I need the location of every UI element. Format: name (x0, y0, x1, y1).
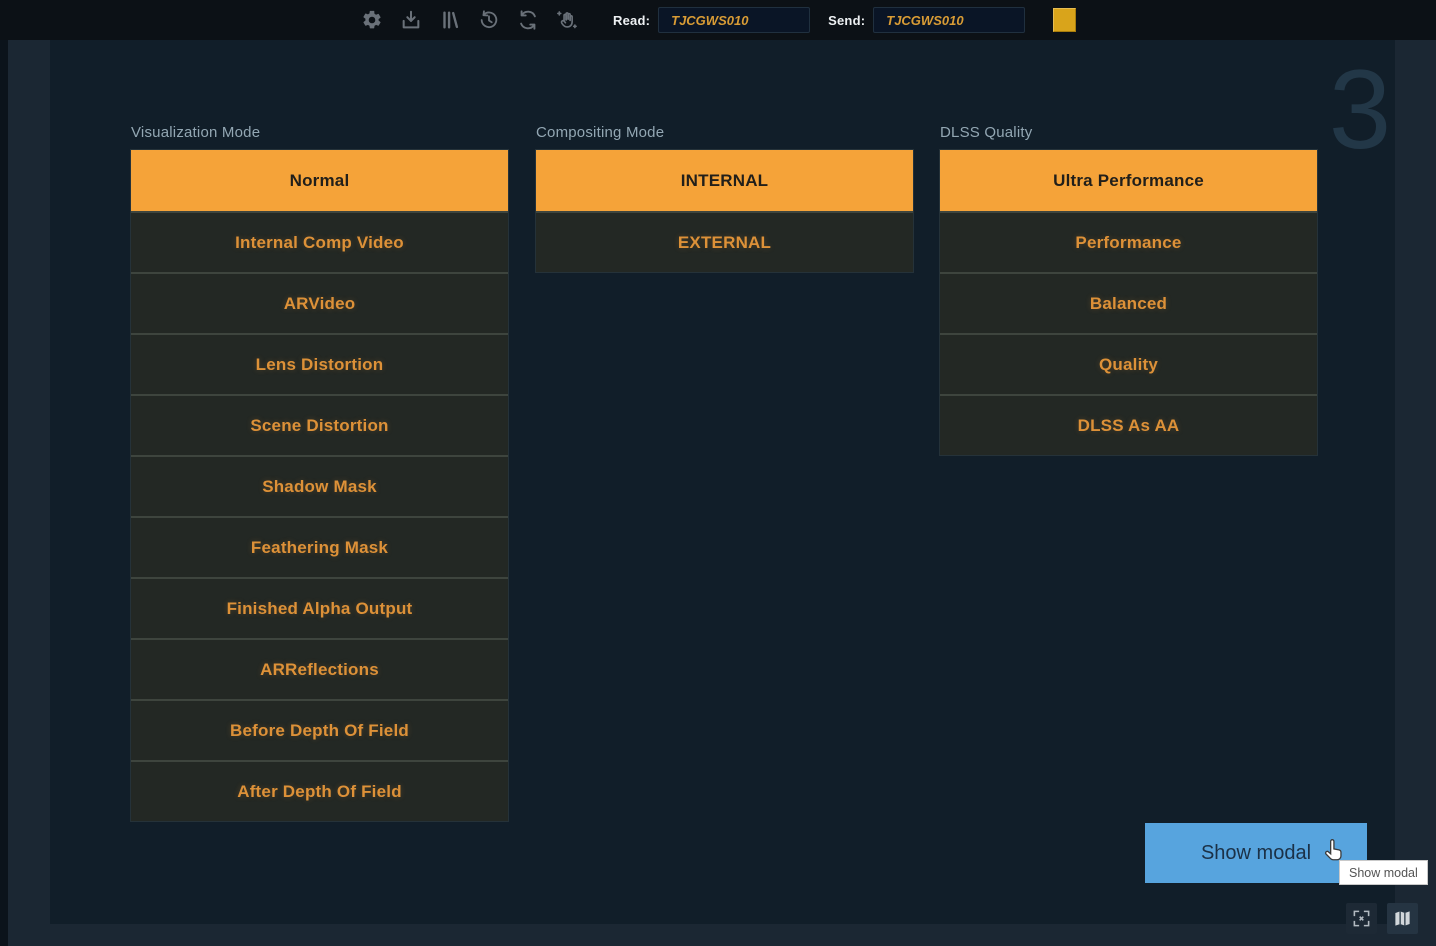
sync-icon[interactable] (516, 8, 540, 32)
mouse-cursor-icon (1322, 837, 1348, 863)
library-icon[interactable] (438, 8, 462, 32)
visualization-mode-title: Visualization Mode (131, 124, 508, 142)
send-label: Send: (828, 13, 865, 28)
map-button[interactable] (1387, 903, 1418, 934)
visualization-mode-list: Normal Internal Comp Video ARVideo Lens … (131, 150, 508, 821)
toolbar: Read: Send: (0, 0, 1436, 40)
option-before-depth-of-field[interactable]: Before Depth Of Field (131, 699, 508, 760)
option-finished-alpha-output[interactable]: Finished Alpha Output (131, 577, 508, 638)
read-label: Read: (613, 13, 650, 28)
visualization-mode-group: Visualization Mode Normal Internal Comp … (131, 124, 508, 821)
dlss-quality-group: DLSS Quality Ultra Performance Performan… (940, 124, 1317, 455)
show-modal-tooltip: Show modal (1339, 860, 1428, 885)
fit-to-screen-icon (1352, 909, 1371, 928)
option-arreflections[interactable]: ARReflections (131, 638, 508, 699)
option-balanced[interactable]: Balanced (940, 272, 1317, 333)
option-normal[interactable]: Normal (131, 150, 508, 211)
option-internal-comp-video[interactable]: Internal Comp Video (131, 211, 508, 272)
option-feathering-mask[interactable]: Feathering Mask (131, 516, 508, 577)
read-input[interactable] (658, 7, 810, 33)
color-swatch[interactable] (1053, 8, 1076, 32)
option-ultra-performance[interactable]: Ultra Performance (940, 150, 1317, 211)
option-external[interactable]: EXTERNAL (536, 211, 913, 272)
toolbar-icon-group (360, 8, 579, 32)
option-dlss-as-aa[interactable]: DLSS As AA (940, 394, 1317, 455)
option-shadow-mask[interactable]: Shadow Mask (131, 455, 508, 516)
compositing-mode-list: INTERNAL EXTERNAL (536, 150, 913, 272)
send-input[interactable] (873, 7, 1025, 33)
compositing-mode-group: Compositing Mode INTERNAL EXTERNAL (536, 124, 913, 272)
dlss-quality-list: Ultra Performance Performance Balanced Q… (940, 150, 1317, 455)
option-quality[interactable]: Quality (940, 333, 1317, 394)
fit-to-screen-button[interactable] (1346, 903, 1377, 934)
option-internal[interactable]: INTERNAL (536, 150, 913, 211)
map-icon (1393, 909, 1412, 928)
viewport-canvas: 3 Visualization Mode Normal Internal Com… (50, 40, 1395, 924)
option-after-depth-of-field[interactable]: After Depth Of Field (131, 760, 508, 821)
download-icon[interactable] (399, 8, 423, 32)
option-scene-distortion[interactable]: Scene Distortion (131, 394, 508, 455)
settings-gear-icon[interactable] (360, 8, 384, 32)
history-icon[interactable] (477, 8, 501, 32)
page-number-watermark: 3 (1302, 44, 1418, 176)
magic-hand-icon[interactable] (555, 8, 579, 32)
option-lens-distortion[interactable]: Lens Distortion (131, 333, 508, 394)
left-edge-strip (0, 40, 8, 946)
option-arvideo[interactable]: ARVideo (131, 272, 508, 333)
compositing-mode-title: Compositing Mode (536, 124, 913, 142)
option-performance[interactable]: Performance (940, 211, 1317, 272)
dlss-quality-title: DLSS Quality (940, 124, 1317, 142)
